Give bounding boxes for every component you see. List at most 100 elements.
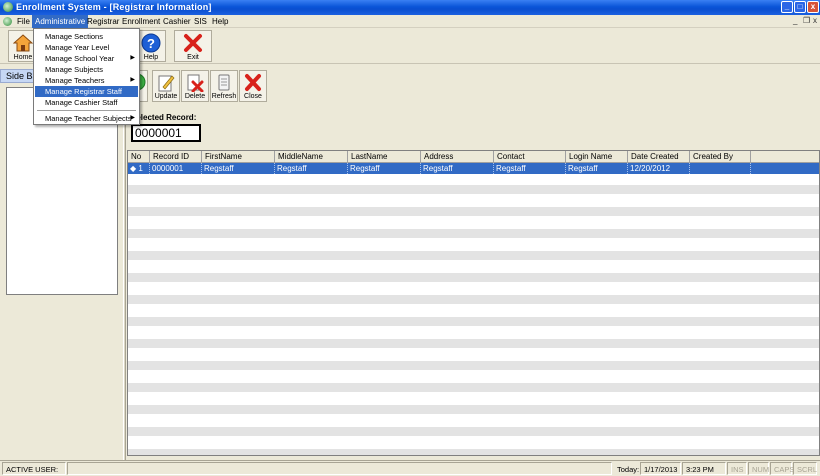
menu-manage-year-level-label: Manage Year Level xyxy=(45,43,110,52)
cell-address[interactable]: Regstaff xyxy=(421,163,494,174)
exit-button[interactable]: Exit xyxy=(174,30,212,62)
menu-manage-subjects[interactable]: Manage Subjects xyxy=(35,64,138,75)
menu-manage-teacher-subjects-label: Manage Teacher Subjects xyxy=(45,114,132,123)
cell-login-name[interactable]: Regstaff xyxy=(566,163,628,174)
menu-manage-subjects-label: Manage Subjects xyxy=(45,65,103,74)
edit-pencil-icon xyxy=(158,75,175,92)
update-button[interactable]: Update xyxy=(152,70,180,102)
refresh-icon xyxy=(218,74,230,91)
help-label: Help xyxy=(143,54,159,61)
title-bar: Enrollment System - [Registrar Informati… xyxy=(0,0,820,15)
menu-enrollment[interactable]: Enrollment xyxy=(119,15,163,28)
update-label: Update xyxy=(154,93,178,100)
delete-label: Delete xyxy=(184,93,206,100)
active-user-value xyxy=(67,462,612,475)
grid-stripe xyxy=(128,383,819,392)
menu-sis[interactable]: SIS xyxy=(191,15,210,28)
submenu-arrow-icon: ▶ xyxy=(130,55,135,61)
home-label: Home xyxy=(13,54,33,61)
menu-manage-cashier-staff-label: Manage Cashier Staff xyxy=(45,98,118,107)
menu-bar: File Administrative Registrar Enrollment… xyxy=(0,15,820,28)
menu-separator xyxy=(37,110,136,111)
col-firstname[interactable]: FirstName xyxy=(202,151,275,163)
col-record-id[interactable]: Record ID xyxy=(150,151,202,163)
refresh-label: Refresh xyxy=(211,93,237,100)
menu-manage-school-year[interactable]: Manage School Year ▶ xyxy=(35,53,138,64)
minimize-button[interactable]: _ xyxy=(781,1,793,13)
menu-cashier[interactable]: Cashier xyxy=(160,15,194,28)
menu-manage-year-level[interactable]: Manage Year Level xyxy=(35,42,138,53)
delete-button[interactable]: Delete xyxy=(181,70,209,102)
help-icon: ? xyxy=(141,33,161,53)
record-toolbar: w Update Delete Refresh Close xyxy=(126,66,820,104)
menu-administrative[interactable]: Administrative xyxy=(32,15,89,28)
menu-manage-registrar-staff[interactable]: Manage Registrar Staff xyxy=(35,86,138,97)
menu-manage-teachers[interactable]: Manage Teachers ▶ xyxy=(35,75,138,86)
selected-record-label: Selected Record: xyxy=(131,113,197,122)
menu-help[interactable]: Help xyxy=(209,15,231,28)
mdi-minimize-button[interactable]: _ xyxy=(793,16,797,25)
cell-created-by[interactable] xyxy=(690,163,751,174)
close-window-button[interactable]: x xyxy=(807,1,819,13)
exit-label: Exit xyxy=(187,54,199,61)
maximize-button[interactable]: □ xyxy=(794,1,806,13)
close-button[interactable]: Close xyxy=(239,70,267,102)
status-caps: CAPS xyxy=(770,462,794,475)
submenu-arrow-icon: ▶ xyxy=(130,115,135,121)
status-scrl: SCRL xyxy=(793,462,817,475)
grid-header: No Record ID FirstName MiddleName LastNa… xyxy=(128,151,819,163)
col-address[interactable]: Address xyxy=(421,151,494,163)
refresh-button[interactable]: Refresh xyxy=(210,70,238,102)
grid-stripe xyxy=(128,339,819,348)
submenu-arrow-icon: ▶ xyxy=(130,77,135,83)
menu-registrar[interactable]: Registrar xyxy=(84,15,122,28)
close-label: Close xyxy=(244,93,262,100)
table-row[interactable]: ◆ 1 0000001 Regstaff Regstaff Regstaff R… xyxy=(128,163,819,174)
window-title: Enrollment System - [Registrar Informati… xyxy=(16,2,212,12)
status-ins: INS xyxy=(727,462,747,475)
grid-stripe xyxy=(128,295,819,304)
cell-contact[interactable]: Regstaff xyxy=(494,163,566,174)
grid-stripe xyxy=(128,251,819,260)
menu-manage-cashier-staff[interactable]: Manage Cashier Staff xyxy=(35,97,138,108)
selected-record-field[interactable]: 0000001 xyxy=(131,124,201,142)
cell-record-id[interactable]: 0000001 xyxy=(150,163,202,174)
menu-manage-sections-label: Manage Sections xyxy=(45,32,103,41)
col-middlename[interactable]: MiddleName xyxy=(275,151,348,163)
cell-date-created[interactable]: 12/20/2012 xyxy=(628,163,690,174)
today-label: Today: xyxy=(617,465,640,474)
grid-stripe xyxy=(128,273,819,282)
delete-icon xyxy=(187,74,204,92)
cell-middlename[interactable]: Regstaff xyxy=(275,163,348,174)
col-date-created[interactable]: Date Created xyxy=(628,151,690,163)
menu-file[interactable]: File xyxy=(14,15,33,28)
menu-manage-sections[interactable]: Manage Sections xyxy=(35,31,138,42)
row-indicator: ◆ 1 xyxy=(128,163,150,174)
mdi-child-icon[interactable] xyxy=(3,17,12,26)
grid-stripe xyxy=(128,361,819,370)
col-created-by[interactable]: Created By xyxy=(690,151,751,163)
cell-firstname[interactable]: Regstaff xyxy=(202,163,275,174)
grid-stripe xyxy=(128,229,819,238)
mdi-restore-button[interactable]: ❐ xyxy=(803,16,810,25)
status-bar: ACTIVE USER: Today: 1/17/2013 3:23 PM IN… xyxy=(0,460,820,475)
status-time: 3:23 PM xyxy=(682,462,726,475)
menu-manage-registrar-staff-label: Manage Registrar Staff xyxy=(45,87,122,96)
close-x-icon xyxy=(245,74,261,91)
col-login-name[interactable]: Login Name xyxy=(566,151,628,163)
col-contact[interactable]: Contact xyxy=(494,151,566,163)
active-user-label: ACTIVE USER: xyxy=(2,462,66,475)
grid-stripe xyxy=(128,405,819,414)
menu-manage-school-year-label: Manage School Year xyxy=(45,54,115,63)
administrative-dropdown: Manage Sections Manage Year Level Manage… xyxy=(33,28,140,125)
records-grid[interactable]: No Record ID FirstName MiddleName LastNa… xyxy=(127,150,820,456)
splitter[interactable] xyxy=(123,66,126,460)
col-no[interactable]: No xyxy=(128,151,150,163)
help-button[interactable]: ? Help xyxy=(136,30,166,62)
grid-stripe xyxy=(128,317,819,326)
cell-lastname[interactable]: Regstaff xyxy=(348,163,421,174)
status-num: NUM xyxy=(748,462,769,475)
mdi-close-button[interactable]: x xyxy=(813,16,817,25)
col-lastname[interactable]: LastName xyxy=(348,151,421,163)
menu-manage-teacher-subjects[interactable]: Manage Teacher Subjects ▶ xyxy=(35,113,138,124)
